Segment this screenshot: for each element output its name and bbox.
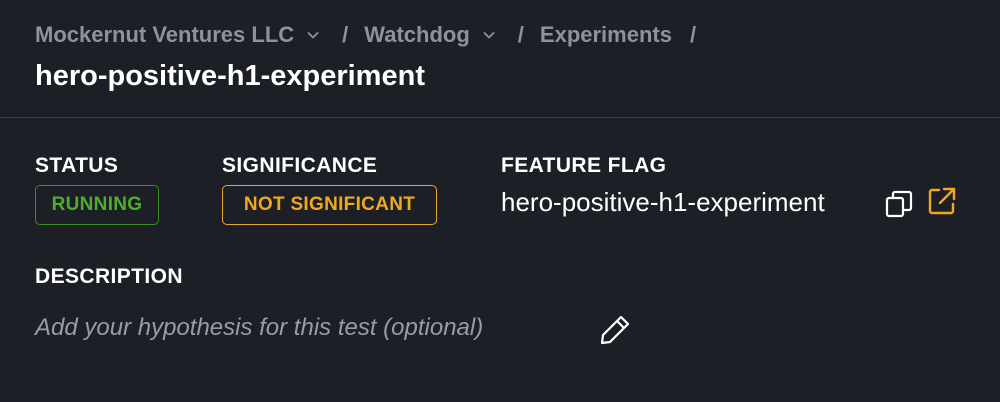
chevron-down-icon	[483, 32, 495, 39]
status-badge: RUNNING	[35, 185, 159, 225]
breadcrumb-section[interactable]: Experiments	[540, 22, 672, 48]
external-link-icon[interactable]	[927, 186, 957, 216]
breadcrumb-separator: /	[517, 22, 524, 47]
feature-flag-value: hero-positive-h1-experiment	[501, 187, 825, 217]
breadcrumb-org[interactable]: Mockernut Ventures LLC	[35, 22, 320, 48]
breadcrumb-separator: /	[689, 22, 697, 47]
breadcrumb-project-label: Watchdog	[364, 22, 470, 47]
significance-label: SIGNIFICANCE	[222, 154, 378, 177]
pencil-icon[interactable]	[598, 313, 632, 347]
significance-badge: NOT SIGNIFICANT	[222, 185, 437, 225]
description-placeholder[interactable]: Add your hypothesis for this test (optio…	[35, 314, 483, 342]
page-title: hero-positive-h1-experiment	[35, 60, 425, 92]
status-label: STATUS	[35, 154, 119, 177]
description-label: DESCRIPTION	[35, 265, 183, 288]
breadcrumb-separator: /	[342, 22, 349, 47]
breadcrumb-project[interactable]: Watchdog	[364, 22, 496, 48]
chevron-down-icon	[307, 32, 319, 39]
breadcrumb: Mockernut Ventures LLC / Watchdog / Expe…	[35, 22, 712, 48]
copy-icon[interactable]	[884, 189, 914, 219]
page-header: Mockernut Ventures LLC / Watchdog / Expe…	[0, 0, 1000, 118]
feature-flag-label: FEATURE FLAG	[501, 154, 667, 177]
breadcrumb-org-label: Mockernut Ventures LLC	[35, 22, 295, 47]
